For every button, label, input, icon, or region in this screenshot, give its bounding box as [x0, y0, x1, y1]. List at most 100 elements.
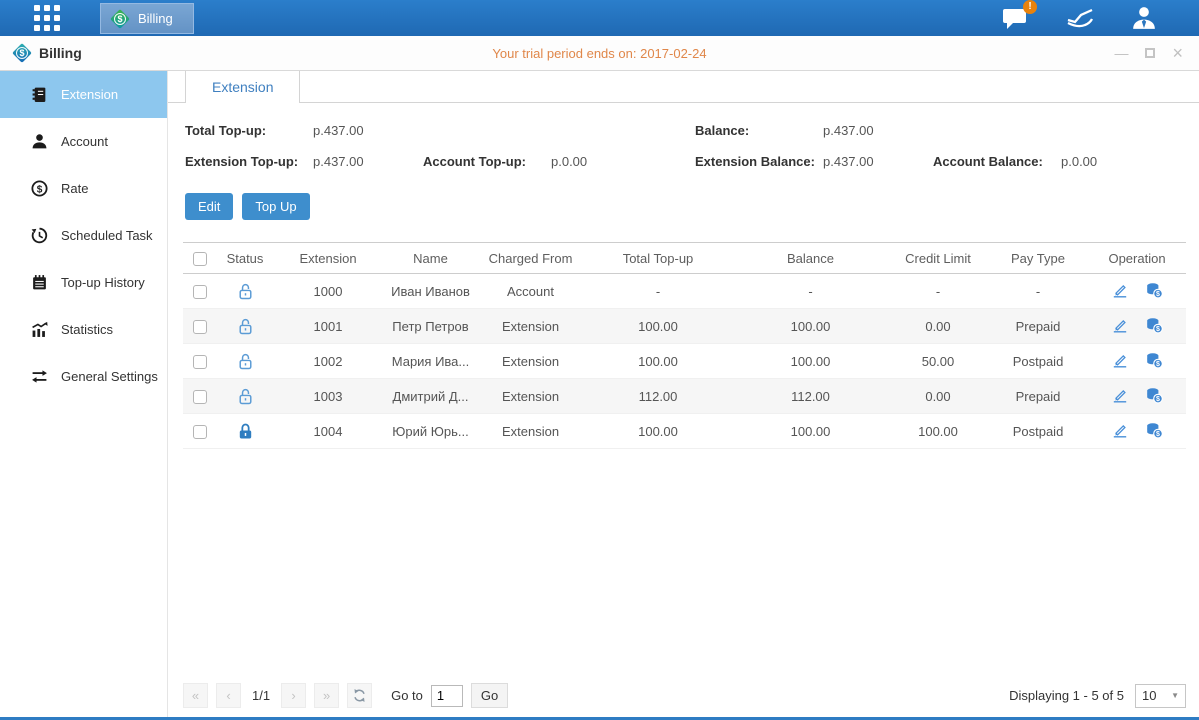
sidebar-item-top-up-history[interactable]: Top-up History — [0, 259, 167, 306]
tab-extension[interactable]: Extension — [185, 71, 300, 103]
sidebar-item-scheduled-task[interactable]: Scheduled Task — [0, 212, 167, 259]
cell-balance: 112.00 — [733, 379, 888, 414]
cell-extension: 1003 — [273, 379, 383, 414]
balance-label: Balance: — [695, 123, 823, 138]
cell-pay-type: Postpaid — [988, 414, 1088, 449]
sidebar-item-account[interactable]: Account — [0, 118, 167, 165]
svg-text:$: $ — [1156, 431, 1160, 438]
cell-credit-limit: 0.00 — [888, 379, 988, 414]
cell-pay-type: - — [988, 274, 1088, 309]
cell-name: Дмитрий Д... — [383, 379, 478, 414]
first-page-button[interactable]: « — [183, 683, 208, 708]
refresh-button[interactable] — [347, 683, 372, 708]
messages-button[interactable]: ! — [1002, 6, 1029, 30]
sidebar-item-general-settings[interactable]: General Settings — [0, 353, 167, 400]
topup-row-icon[interactable]: $ — [1145, 386, 1163, 404]
total-topup-value: p.437.00 — [313, 123, 423, 138]
cell-total-topup: 100.00 — [583, 414, 733, 449]
taskbar-tray: ! — [1002, 0, 1157, 36]
col-header-status: Status — [217, 243, 273, 274]
row-checkbox[interactable] — [193, 285, 207, 299]
rate-icon: $ — [31, 180, 48, 197]
last-page-button[interactable]: » — [314, 683, 339, 708]
cell-extension: 1000 — [273, 274, 383, 309]
cell-pay-type: Prepaid — [988, 379, 1088, 414]
minimize-button[interactable]: — — [1114, 45, 1128, 61]
page-size-select[interactable]: 10 ▼ — [1135, 684, 1186, 708]
main-panel: Extension Total Top-up: p.437.00 Extensi… — [168, 71, 1199, 717]
goto-page-input[interactable] — [431, 685, 463, 707]
user-menu-button[interactable] — [1131, 5, 1157, 31]
close-button[interactable]: × — [1172, 43, 1183, 64]
col-header-credit-limit: Credit Limit — [888, 243, 988, 274]
cell-credit-limit: 100.00 — [888, 414, 988, 449]
go-button[interactable]: Go — [471, 683, 508, 708]
sidebar-item-extension[interactable]: Extension — [0, 71, 167, 118]
app-window: $ Billing ! — [0, 0, 1199, 720]
unlock-icon — [236, 387, 255, 402]
user-icon — [1131, 5, 1157, 31]
table-row: 1001Петр ПетровExtension100.00100.000.00… — [183, 309, 1186, 344]
prev-page-button[interactable]: ‹ — [216, 683, 241, 708]
topup-row-icon[interactable]: $ — [1145, 316, 1163, 334]
topup-row-icon[interactable]: $ — [1145, 351, 1163, 369]
cell-name: Иван Иванов — [383, 274, 478, 309]
cell-credit-limit: - — [888, 274, 988, 309]
cell-total-topup: - — [583, 274, 733, 309]
cell-extension: 1002 — [273, 344, 383, 379]
select-all-checkbox[interactable] — [193, 252, 207, 266]
sidebar-item-rate[interactable]: $Rate — [0, 165, 167, 212]
edit-row-icon[interactable] — [1111, 351, 1129, 369]
next-page-button[interactable]: › — [281, 683, 306, 708]
app-launcher-icon[interactable] — [34, 5, 60, 31]
taskbar-billing-tab[interactable]: $ Billing — [100, 3, 194, 34]
cell-total-topup: 100.00 — [583, 344, 733, 379]
pagination-bar: « ‹ 1/1 › » Go to Go — [183, 683, 1186, 708]
cell-balance: 100.00 — [733, 414, 888, 449]
account-topup-label: Account Top-up: — [423, 154, 551, 169]
col-header-pay-type: Pay Type — [988, 243, 1088, 274]
edit-row-icon[interactable] — [1111, 316, 1129, 334]
table-row: 1000Иван ИвановAccount----$ — [183, 274, 1186, 309]
table-row: 1002Мария Ива...Extension100.00100.0050.… — [183, 344, 1186, 379]
topup-row-icon[interactable]: $ — [1145, 421, 1163, 439]
svg-text:$: $ — [1156, 361, 1160, 368]
col-header-name: Name — [383, 243, 478, 274]
account-topup-value: p.0.00 — [551, 154, 661, 169]
select-all-cell — [183, 243, 217, 274]
cell-charged-from: Extension — [478, 379, 583, 414]
extension-balance-label: Extension Balance: — [695, 154, 823, 169]
col-header-charged-from: Charged From — [478, 243, 583, 274]
balance-value: p.437.00 — [823, 123, 933, 138]
row-checkbox[interactable] — [193, 355, 207, 369]
extensions-table: StatusExtensionNameCharged FromTotal Top… — [183, 242, 1186, 449]
topup-row-icon[interactable]: $ — [1145, 281, 1163, 299]
monitor-button[interactable] — [1066, 7, 1094, 29]
col-header-balance: Balance — [733, 243, 888, 274]
statistics-icon — [31, 321, 48, 338]
table-header-row: StatusExtensionNameCharged FromTotal Top… — [183, 243, 1186, 274]
refresh-icon — [352, 688, 367, 703]
edit-button[interactable]: Edit — [185, 193, 233, 220]
svg-text:$: $ — [1156, 326, 1160, 333]
cell-total-topup: 100.00 — [583, 309, 733, 344]
cell-balance: 100.00 — [733, 344, 888, 379]
cell-pay-type: Postpaid — [988, 344, 1088, 379]
topup-history-icon — [31, 274, 48, 291]
maximize-button[interactable] — [1145, 48, 1155, 58]
window-titlebar: $ Billing Your trial period ends on: 201… — [0, 36, 1199, 71]
col-header-extension: Extension — [273, 243, 383, 274]
row-checkbox[interactable] — [193, 425, 207, 439]
row-checkbox[interactable] — [193, 320, 207, 334]
sidebar-item-statistics[interactable]: Statistics — [0, 306, 167, 353]
cell-name: Мария Ива... — [383, 344, 478, 379]
toolbar: Edit Top Up — [185, 193, 1199, 220]
taskbar: $ Billing ! — [0, 0, 1199, 36]
cell-charged-from: Extension — [478, 414, 583, 449]
edit-row-icon[interactable] — [1111, 386, 1129, 404]
edit-row-icon[interactable] — [1111, 281, 1129, 299]
row-checkbox[interactable] — [193, 390, 207, 404]
taskbar-tab-label: Billing — [138, 11, 173, 26]
topup-button[interactable]: Top Up — [242, 193, 309, 220]
edit-row-icon[interactable] — [1111, 421, 1129, 439]
